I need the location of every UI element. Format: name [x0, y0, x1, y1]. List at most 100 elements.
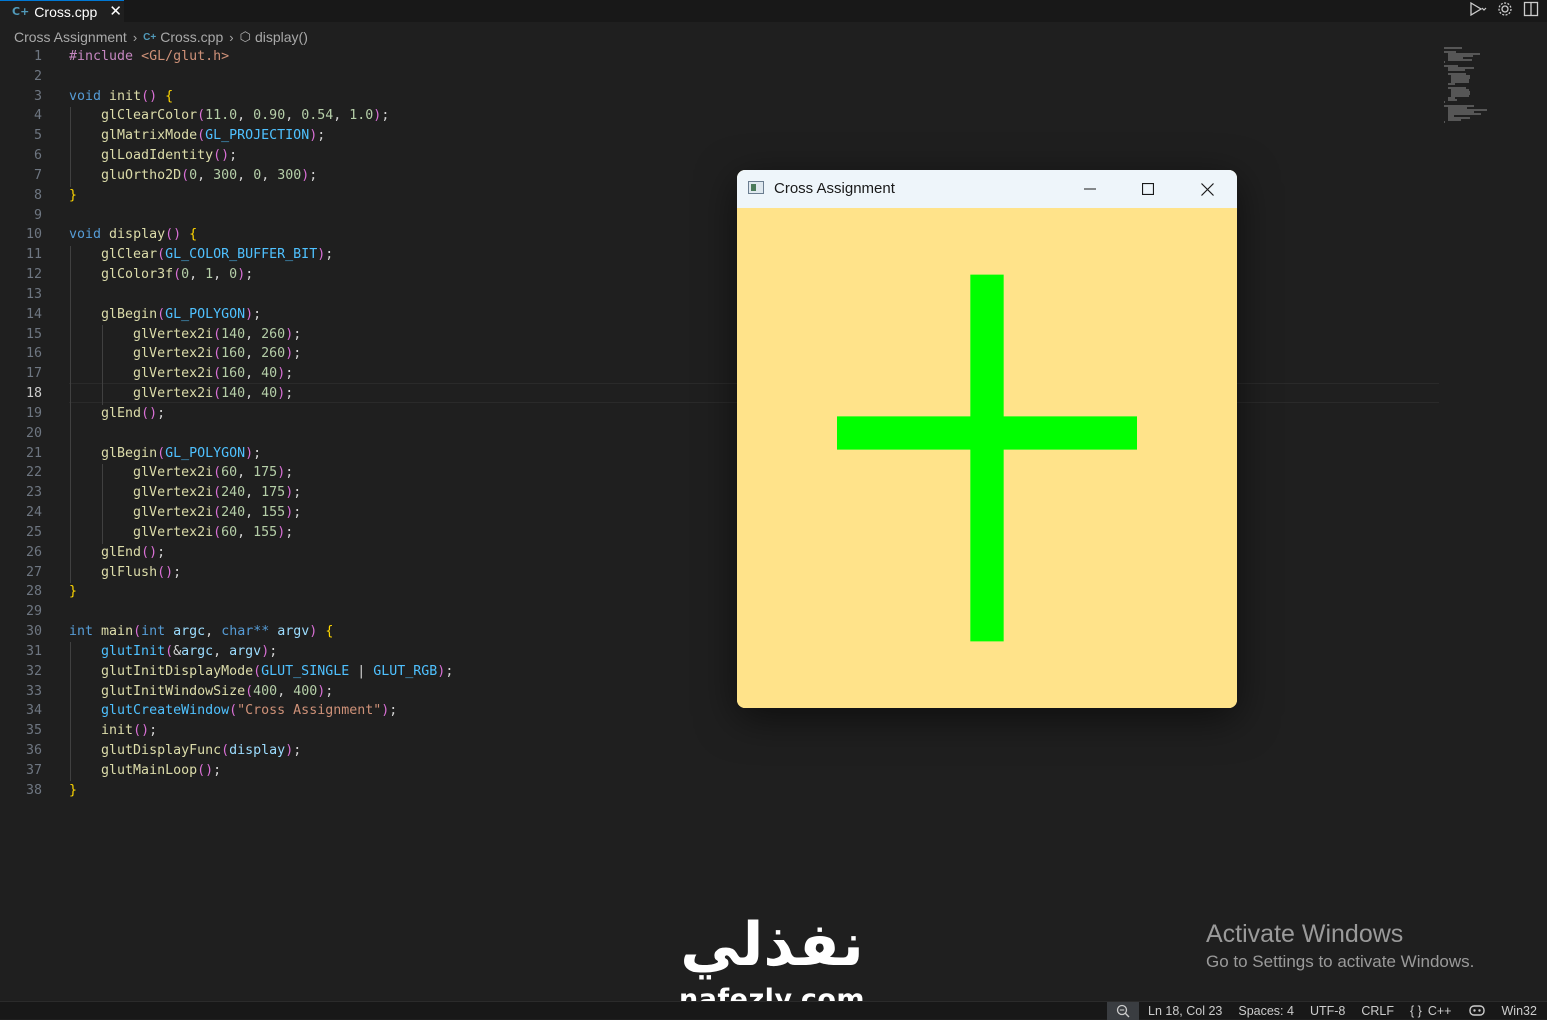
site-logo-arabic: نفذلي	[680, 910, 864, 980]
code-text: glBegin(GL_POLYGON);	[101, 445, 262, 461]
activate-subtitle: Go to Settings to activate Windows.	[1206, 952, 1475, 971]
braces-icon: { }	[1410, 1004, 1422, 1018]
line-number: 30	[25, 624, 42, 640]
code-line[interactable]: 36 glutDisplayFunc(display);	[0, 741, 1440, 761]
status-items: Ln 18, Col 23 Spaces: 4 UTF-8 CRLF { } C+…	[1148, 1002, 1537, 1020]
minimap-row	[1444, 47, 1462, 49]
code-text: #include <GL/glut.h>	[69, 49, 230, 64]
glut-window[interactable]: Cross Assignment	[737, 170, 1237, 708]
line-number: 9	[33, 207, 42, 223]
code-text: glutCreateWindow("Cross Assignment");	[101, 703, 398, 719]
minimap-row	[1444, 121, 1445, 123]
code-line[interactable]: 6 glLoadIdentity();	[0, 146, 1440, 166]
line-number: 4	[33, 108, 42, 124]
status-platform[interactable]: Win32	[1502, 1004, 1537, 1018]
code-text: glVertex2i(60, 155);	[133, 524, 294, 540]
run-icon[interactable]	[1469, 1, 1487, 20]
line-number: 10	[25, 227, 42, 243]
code-text: }	[69, 782, 78, 798]
code-line[interactable]: 2	[0, 67, 1440, 87]
minimize-button[interactable]	[1061, 170, 1119, 208]
minimap-row	[1447, 119, 1462, 121]
code-line[interactable]: 3 void init() {	[0, 87, 1440, 107]
line-number: 11	[25, 247, 42, 263]
minimize-icon	[1084, 188, 1096, 190]
line-number: 21	[25, 445, 42, 461]
code-line[interactable]: 1 #include <GL/glut.h>	[0, 47, 1440, 67]
code-text: glutInitDisplayMode(GLUT_SINGLE | GLUT_R…	[101, 663, 454, 679]
code-line[interactable]: 5 glMatrixMode(GL_PROJECTION);	[0, 126, 1440, 146]
search-icon	[1116, 1004, 1130, 1018]
maximize-icon	[1142, 183, 1154, 195]
code-text: init();	[101, 723, 158, 739]
code-line[interactable]: 35 init();	[0, 721, 1440, 741]
line-number: 29	[25, 604, 42, 620]
minimap-row	[1447, 83, 1455, 85]
activate-windows-watermark: Activate Windows Go to Settings to activ…	[1206, 918, 1474, 974]
code-text: glVertex2i(140, 40);	[133, 386, 294, 402]
line-number: 13	[25, 286, 42, 302]
minimap-row	[1444, 101, 1445, 103]
minimap-row	[1444, 61, 1445, 63]
minimap[interactable]	[1444, 47, 1504, 127]
app-window-icon	[748, 181, 764, 194]
line-number: 31	[25, 643, 42, 659]
maximize-button[interactable]	[1119, 170, 1177, 208]
line-number: 27	[25, 564, 42, 580]
code-text: glVertex2i(140, 260);	[133, 326, 302, 342]
chevron-right-icon: ›	[132, 29, 138, 45]
status-language[interactable]: { } C++	[1410, 1004, 1451, 1018]
code-text: glColor3f(0, 1, 0);	[101, 267, 254, 283]
code-text: }	[69, 187, 78, 203]
line-number: 20	[25, 425, 42, 441]
gear-icon[interactable]	[1497, 1, 1513, 21]
line-number: 1	[33, 49, 42, 64]
gl-canvas	[737, 208, 1237, 708]
code-text: glBegin(GL_POLYGON);	[101, 306, 262, 322]
line-number: 35	[25, 723, 42, 739]
line-number: 18	[25, 386, 42, 402]
gl-drawing	[737, 208, 1237, 708]
code-text: void init() {	[69, 88, 174, 104]
minimap-row	[1447, 99, 1457, 101]
breadcrumb-folder[interactable]: Cross Assignment	[14, 29, 127, 45]
line-number: 33	[25, 683, 42, 699]
close-icon[interactable]: ✕	[109, 4, 122, 19]
breadcrumb-file[interactable]: Cross.cpp	[160, 29, 223, 45]
status-indentation[interactable]: Spaces: 4	[1238, 1004, 1294, 1018]
window-title: Cross Assignment	[774, 180, 895, 197]
code-text: glEnd();	[101, 405, 166, 421]
code-text: void display() {	[69, 227, 198, 243]
status-eol[interactable]: CRLF	[1361, 1004, 1394, 1018]
code-text: glClear(GL_COLOR_BUFFER_BIT);	[101, 247, 334, 263]
activate-title: Activate Windows	[1206, 920, 1404, 948]
line-number: 12	[25, 267, 42, 283]
line-number: 2	[33, 68, 42, 84]
zoom-button[interactable]	[1107, 1002, 1139, 1020]
line-number: 24	[25, 505, 42, 521]
code-text: glClearColor(11.0, 0.90, 0.54, 1.0);	[101, 108, 390, 124]
tab-cross-cpp[interactable]: C+ Cross.cpp ✕	[0, 0, 124, 22]
line-number: 37	[25, 762, 42, 778]
copilot-icon[interactable]	[1468, 1003, 1486, 1020]
line-number: 6	[33, 148, 42, 164]
line-number: 32	[25, 663, 42, 679]
code-line[interactable]: 37 glutMainLoop();	[0, 761, 1440, 781]
editor-actions	[1469, 0, 1539, 22]
minimap-row	[1447, 69, 1465, 71]
breadcrumb: Cross Assignment › C+ Cross.cpp › ⬡ disp…	[14, 27, 308, 47]
close-button[interactable]	[1178, 170, 1236, 208]
code-line[interactable]: 38}	[0, 781, 1440, 801]
line-number: 8	[33, 187, 42, 203]
line-number: 28	[25, 584, 42, 600]
code-line[interactable]: 4 glClearColor(11.0, 0.90, 0.54, 1.0);	[0, 106, 1440, 126]
code-text: glVertex2i(60, 175);	[133, 465, 294, 481]
status-encoding[interactable]: UTF-8	[1310, 1004, 1345, 1018]
status-cursor-position[interactable]: Ln 18, Col 23	[1148, 1004, 1222, 1018]
chevron-right-icon: ›	[229, 29, 234, 45]
code-text: }	[69, 584, 78, 600]
tab-bar: C+ Cross.cpp ✕	[0, 0, 1547, 22]
breadcrumb-symbol[interactable]: display()	[255, 29, 308, 45]
window-titlebar[interactable]: Cross Assignment	[737, 170, 1237, 208]
split-editor-icon[interactable]	[1523, 1, 1539, 21]
